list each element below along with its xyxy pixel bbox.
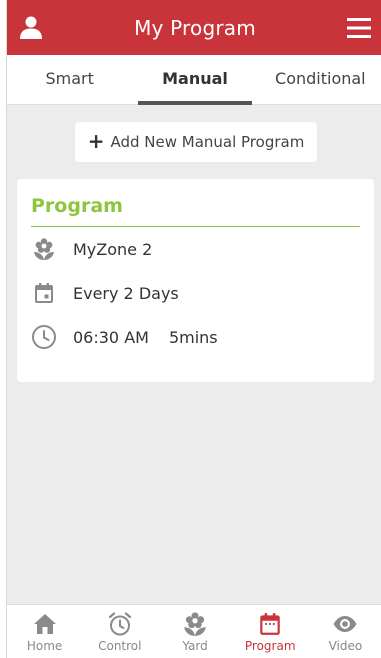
nav-video[interactable]: Video (308, 605, 381, 658)
menu-icon[interactable] (347, 17, 371, 39)
home-icon (33, 614, 56, 634)
nav-control-label: Control (98, 639, 142, 653)
clock-icon (31, 324, 57, 350)
flower-icon (184, 612, 206, 636)
nav-program-label: Program (244, 639, 296, 653)
nav-home-label: Home (26, 639, 63, 653)
nav-video-label: Video (328, 639, 363, 653)
user-icon[interactable] (19, 15, 43, 39)
duration: 5mins (168, 327, 218, 347)
time-row: 06:30 AM 5mins (31, 315, 360, 359)
program-card[interactable]: Program MyZone 2 Every 2 Days 06:30 AM 5… (17, 179, 374, 382)
tab-conditional[interactable]: Conditional (258, 55, 381, 104)
header-bar: My Program (7, 0, 381, 55)
schedule-text: Every 2 Days (73, 283, 179, 303)
add-new-manual-program-button[interactable]: + Add New Manual Program (75, 122, 317, 162)
nav-home[interactable]: Home (7, 605, 82, 658)
zone-row: MyZone 2 (31, 227, 360, 271)
add-button-label: Add New Manual Program (110, 133, 305, 151)
schedule-row: Every 2 Days (31, 271, 360, 315)
flower-icon (31, 236, 57, 262)
calendar-icon (260, 613, 280, 635)
bottom-nav: Home Control Yard Program Video (7, 604, 381, 658)
program-card-title: Program (31, 179, 360, 227)
tab-smart[interactable]: Smart (7, 55, 132, 104)
calendar-icon (31, 280, 57, 306)
zone-name: MyZone 2 (73, 239, 153, 259)
nav-program[interactable]: Program (233, 605, 308, 658)
nav-control[interactable]: Control (82, 605, 157, 658)
plus-icon: + (87, 129, 105, 153)
start-time: 06:30 AM (73, 327, 149, 347)
nav-yard-label: Yard (182, 639, 208, 653)
eye-icon (333, 616, 357, 632)
nav-yard[interactable]: Yard (157, 605, 232, 658)
page-title: My Program (134, 15, 256, 40)
app-frame: My Program Smart Manual Conditional + Ad… (6, 0, 381, 658)
program-tabs: Smart Manual Conditional (7, 55, 381, 105)
tab-manual[interactable]: Manual (132, 55, 257, 105)
alarm-clock-icon (108, 612, 131, 636)
